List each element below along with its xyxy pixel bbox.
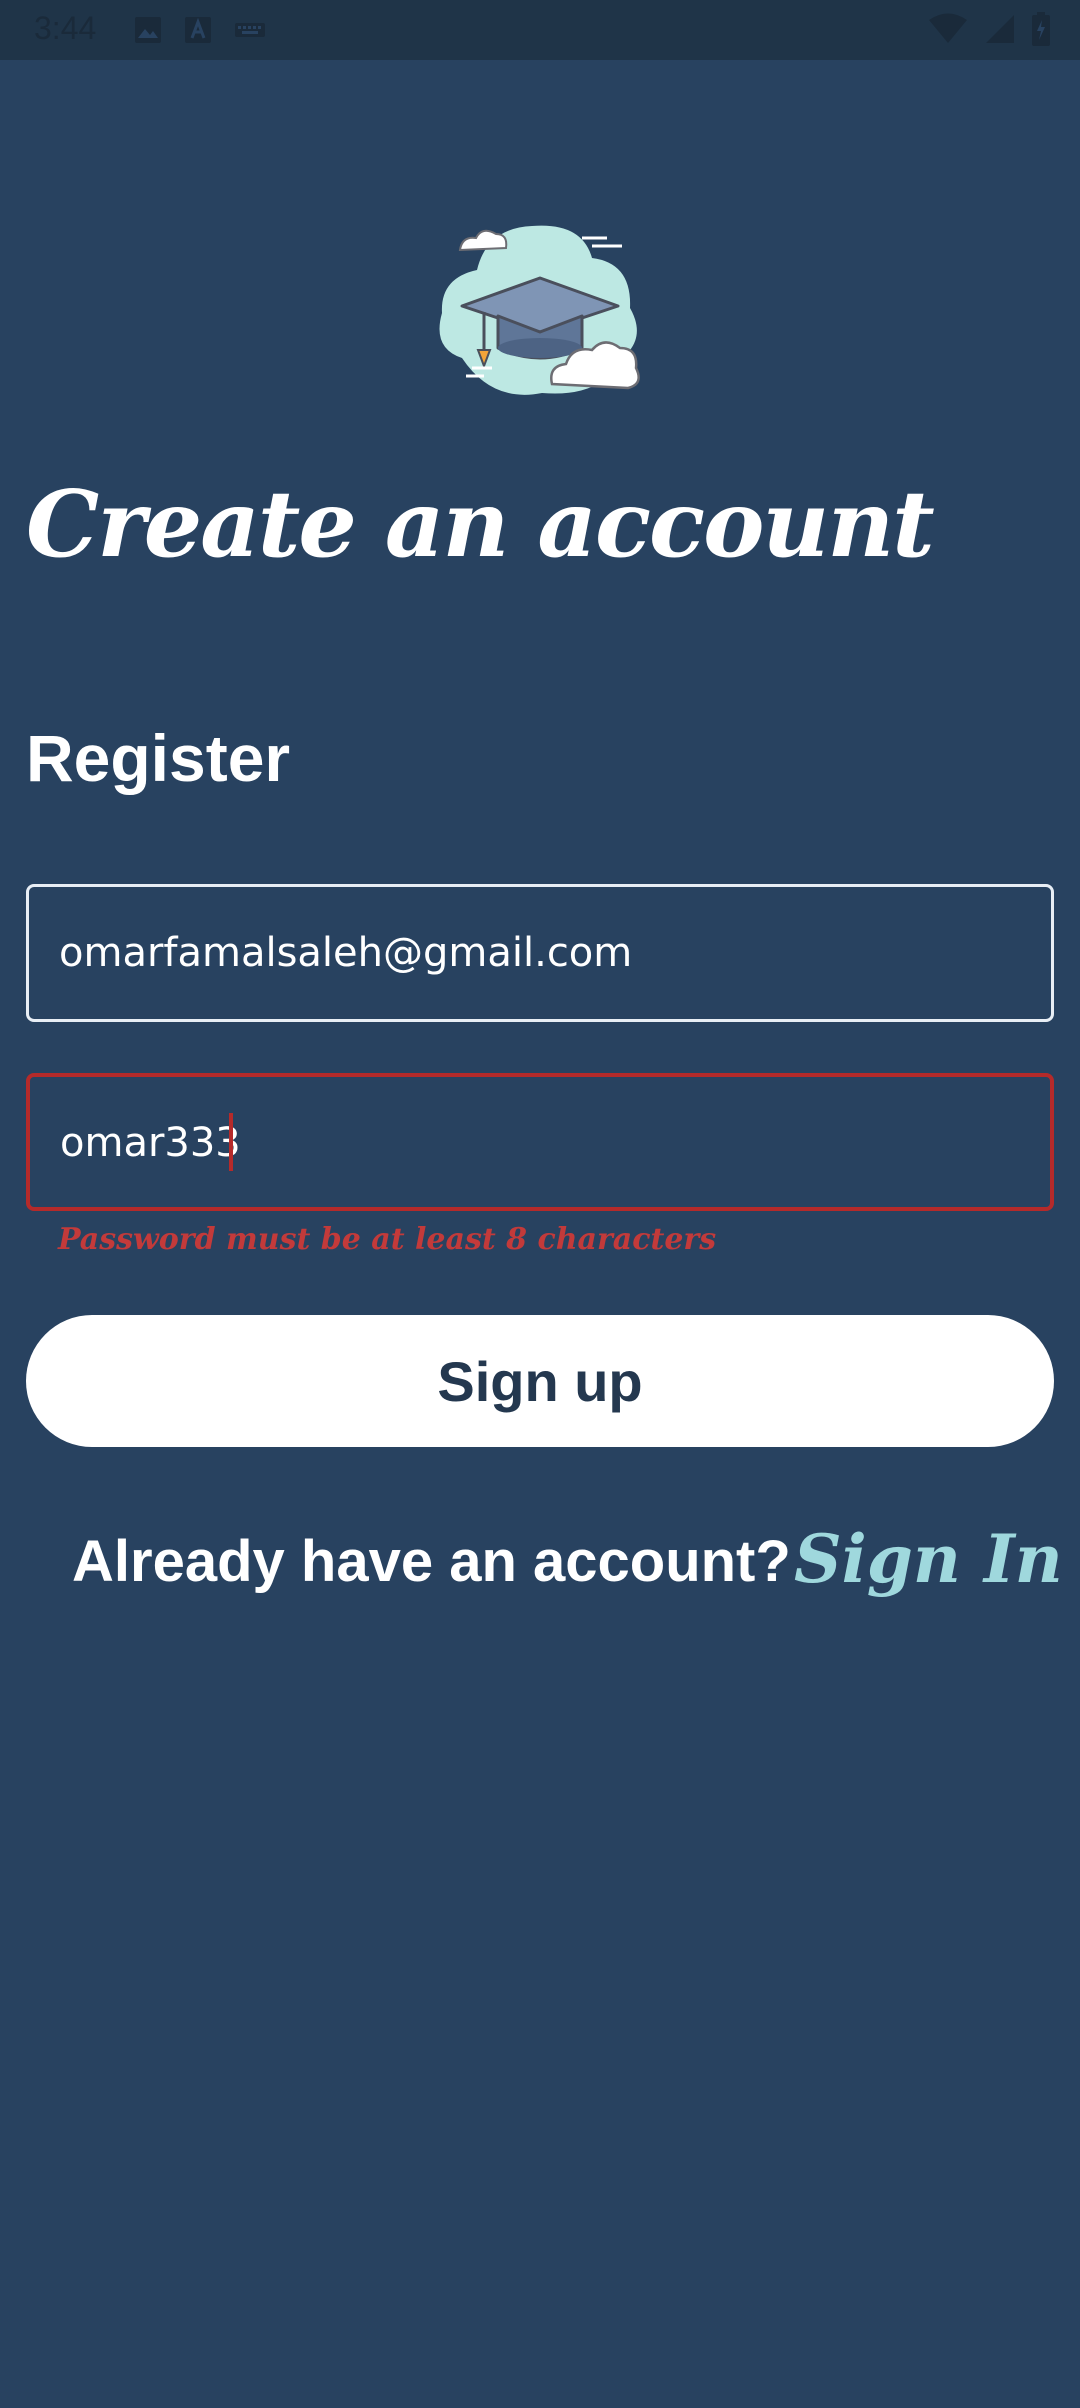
battery-icon <box>1032 12 1050 51</box>
status-icons-left <box>134 16 266 49</box>
wifi-icon <box>928 13 968 50</box>
graduation-cap-cloud-icon <box>432 208 648 400</box>
password-field[interactable]: omar333 <box>26 1073 1054 1211</box>
signin-link[interactable]: Sign In <box>794 1520 1063 1598</box>
already-have-account-text: Already have an account? <box>72 1529 791 1594</box>
text-cursor <box>229 1113 233 1171</box>
password-value: omar333 <box>60 1120 241 1166</box>
page-title: Create an account <box>26 470 935 578</box>
signal-icon <box>984 13 1016 50</box>
status-icons-right <box>928 12 1050 51</box>
image-icon <box>134 16 162 49</box>
email-value: omarfamalsaleh@gmail.com <box>59 930 633 976</box>
keyboard-icon <box>234 16 266 49</box>
password-error-message: Password must be at least 8 characters <box>58 1222 717 1257</box>
text-a-icon <box>184 16 212 49</box>
status-time: 3:44 <box>34 10 97 46</box>
signup-button[interactable]: Sign up <box>26 1315 1054 1447</box>
status-bar: 3:44 <box>0 0 1080 60</box>
email-field[interactable]: omarfamalsaleh@gmail.com <box>26 884 1054 1022</box>
section-subtitle: Register <box>26 721 291 795</box>
